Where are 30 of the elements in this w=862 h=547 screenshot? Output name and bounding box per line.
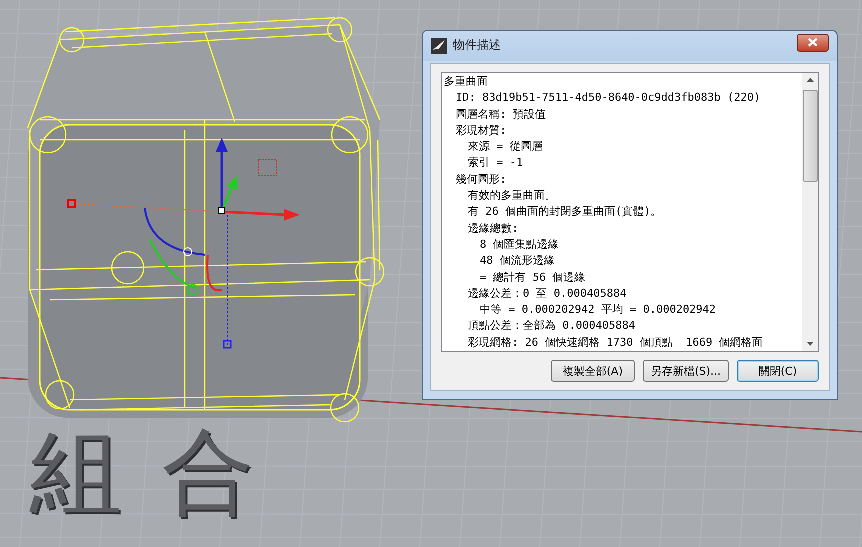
text-line: 邊緣公差：0 至 0.000405884 (467, 286, 628, 302)
text-line: 頂點公差：全部為 0.000405884 (467, 318, 636, 334)
text-line: ID: 83d19b51-7511-4d50-8640-0c9dd3fb083b (220) (455, 90, 762, 106)
text-line: 多重曲面 (443, 74, 489, 90)
close-button[interactable] (797, 34, 829, 52)
scrollbar[interactable] (802, 72, 818, 351)
text-line: 8 個匯集點邊緣 (479, 236, 560, 253)
scroll-up-icon (806, 78, 814, 82)
dialog-button[interactable]: 複製全部(A) (550, 360, 635, 382)
text-line: 有 26 個曲面的封閉多重曲面(實體)。 (467, 204, 663, 220)
text-line: 索引 = -1 (467, 155, 524, 172)
text-line: 有效的多重曲面。 (467, 188, 557, 204)
window-title: 物件描述 (453, 37, 502, 54)
dialog-button[interactable]: 另存新檔(S)... (642, 360, 729, 382)
text-line: = 總計有 56 個邊緣 (479, 270, 587, 286)
text-line: 幾何圖形: (455, 172, 508, 188)
dialog-button[interactable]: 關閉(C) (737, 360, 819, 382)
scene-text: 組合 (30, 418, 294, 528)
text-line: 彩現網格: 26 個快速網格 1730 個頂點 1669 個網格面 (467, 334, 764, 351)
scroll-down-icon (806, 342, 814, 346)
text-area[interactable] (441, 72, 819, 352)
text-line: 中等 = 0.000202942 平均 = 0.000202942 (479, 302, 718, 318)
text-line: 來源 = 從圖層 (467, 139, 544, 156)
scroll-thumb[interactable] (802, 90, 818, 182)
app-icon (431, 38, 447, 54)
text-line: 彩現材質: (455, 122, 508, 139)
text-line: 圖層名稱: 預設值 (455, 106, 548, 123)
text-line: 邊緣總數: (467, 220, 520, 237)
close-icon (808, 38, 818, 48)
text-line: 48 個流形邊緣 (479, 253, 556, 270)
